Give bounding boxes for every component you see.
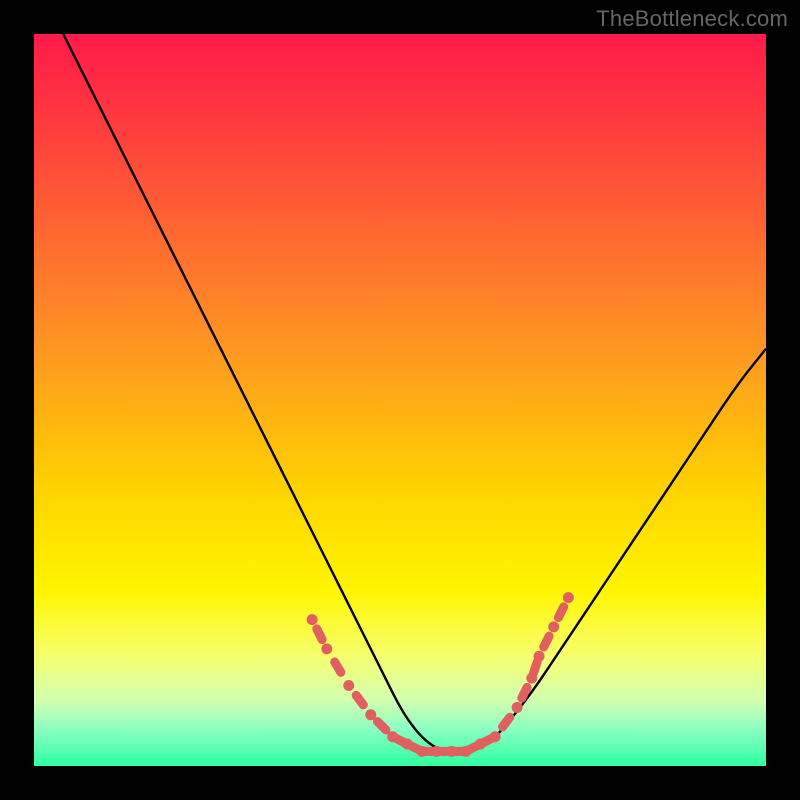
highlight-dot [563,592,574,603]
watermark-text: TheBottleneck.com [596,6,788,32]
highlight-dot [343,680,354,691]
highlight-dash [534,661,538,672]
highlight-dash [503,717,510,727]
highlight-dot [307,614,318,625]
highlight-dash [544,636,549,647]
highlight-dot [526,673,537,684]
highlight-dot [416,746,427,757]
highlight-dash [335,662,341,672]
highlight-dot [475,739,486,750]
highlight-dash [522,687,527,698]
chart-stage: TheBottleneck.com [0,0,800,800]
plot-area [34,34,766,766]
highlight-dot [490,731,501,742]
highlight-dot [321,643,332,654]
highlight-dot [534,651,545,662]
highlight-dot [431,746,442,757]
highlight-dot [512,702,523,713]
highlight-dash [377,721,385,729]
highlight-dot [548,621,559,632]
bottleneck-curve-svg [34,34,766,766]
highlight-dot [460,746,471,757]
highlight-dash [356,695,363,705]
highlight-dots [307,592,574,757]
highlight-dot [402,739,413,750]
highlight-dash [558,607,563,618]
bottleneck-curve [63,34,766,751]
highlight-dot [446,746,457,757]
highlight-dot [387,731,398,742]
highlight-dash [317,629,322,640]
highlight-dot [365,709,376,720]
